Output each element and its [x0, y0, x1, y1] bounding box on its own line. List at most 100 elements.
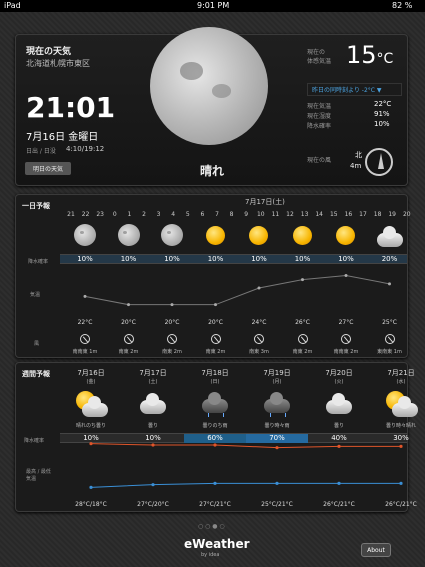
temp-value: 20°C [121, 319, 136, 326]
location: 北海道札幌市東区 [26, 59, 90, 68]
temp-value: 22°C [77, 319, 93, 326]
hi-point [399, 444, 403, 448]
week-rain: 10% [145, 434, 161, 442]
lo-point [213, 481, 217, 485]
condition-text: 晴れ [200, 164, 225, 178]
moon-icon [150, 27, 268, 145]
week-date: 7月17日 [139, 369, 167, 377]
wind-value: 南東 2m [162, 349, 182, 355]
week-condition: 曇り時々雨 [264, 423, 290, 429]
hi-point [275, 446, 279, 450]
sun-icon [201, 222, 231, 250]
week-condition: 曇り [333, 423, 344, 429]
current-date: 7月16日 金曜日 [26, 132, 99, 143]
wind-value: 南南東 1m [72, 349, 98, 355]
daily-forecast-panel: 一日予報 7月17日(土) 21 22 23 0 1 2 3 4 5 6 7 8 9 10 11 12 13 14… [15, 194, 411, 358]
wind-icon [384, 334, 395, 344]
week-temps: 26°C/21°C [385, 501, 417, 508]
wind-speed: 4m [350, 162, 362, 170]
wind-value: 南東 2m [292, 349, 313, 355]
status-bar: iPad 9:01 PM 82 % [0, 0, 425, 12]
week-rain: 70% [246, 434, 308, 443]
wind-icon [80, 334, 90, 344]
lo-point [337, 481, 341, 485]
wind-label: 現在の風 [307, 157, 332, 164]
app-logo: eWeather [184, 537, 250, 551]
wind-value: 南南東 2m [333, 349, 359, 355]
wind-icon [297, 334, 308, 344]
tomorrow-button[interactable]: 明日の天気 [25, 162, 72, 175]
week-temps: 25°C/21°C [261, 501, 293, 508]
temp-point [388, 282, 391, 286]
wind-value: 東南東 1m [377, 349, 402, 355]
week-temps: 27°C/21°C [199, 501, 231, 508]
week-condition: 曇り [147, 423, 158, 429]
hi-point [151, 443, 155, 447]
sun-icon [244, 222, 274, 250]
lo-point [275, 481, 279, 485]
feels-label-1: 現在の [307, 49, 326, 56]
sun-cloud-icon [386, 389, 418, 417]
current-weather-panel: 現在の天気 北海道札幌市東区 21:01 7月16日 金曜日 日出 / 日没 4… [15, 27, 408, 186]
cloud-icon [138, 389, 168, 417]
wind-value: 南東 2m [205, 349, 226, 355]
diff-dropdown[interactable]: 昨日の同時刻より -2°C ▼ [307, 83, 402, 96]
week-dow: (月) [272, 379, 282, 385]
wind-icon [341, 334, 351, 344]
temp-point [127, 303, 130, 307]
metric-label: 現在湿度 [307, 113, 332, 120]
metric-value: 10% [374, 120, 390, 128]
week-dow: (日) [210, 379, 220, 385]
temp-point [257, 286, 261, 290]
week-temps: 27°C/20°C [137, 501, 169, 508]
feels-label-2: 体感気温 [307, 58, 332, 65]
about-button[interactable]: About [361, 543, 391, 557]
metric-value: 91% [374, 110, 390, 118]
cloud-icon [324, 389, 354, 417]
battery-level: 82 % [392, 1, 413, 10]
moon-icon [70, 222, 100, 250]
week-date: 7月16日 [77, 369, 105, 377]
wind-icon [123, 334, 134, 344]
rain-cloud-icon [262, 389, 292, 417]
sun-cloud-icon [76, 389, 108, 417]
current-time: 21:01 [26, 91, 116, 124]
moon-icon [157, 222, 187, 250]
metric-label: 現在気温 [307, 103, 332, 110]
week-condition: 曇りのち雨 [202, 423, 228, 429]
metric-label: 降水確率 [307, 123, 332, 130]
status-time: 9:01 PM [197, 1, 230, 10]
page-indicator[interactable]: ○ ○ ● ○ [198, 523, 225, 530]
sun-icon [288, 222, 318, 250]
rain-value: 10% [120, 255, 137, 263]
temp-point [214, 303, 217, 307]
temp-point [83, 294, 87, 298]
week-dow: (金) [86, 379, 96, 385]
week-dow: (土) [148, 379, 158, 385]
hi-point [337, 444, 341, 448]
week-date: 7月19日 [263, 369, 291, 377]
temp-point [344, 274, 348, 277]
hi-line [90, 443, 401, 449]
temp-value: 24°C [251, 319, 267, 326]
lo-point [89, 485, 93, 489]
rain-value: 10% [338, 255, 354, 263]
cloud-icon [375, 222, 405, 250]
week-date: 7月21日 [387, 369, 415, 377]
moon-icon [114, 222, 144, 250]
weekly-forecast-panel: 週間予報 降水確率 最高 / 最低 気温 7月16日 (金) 晴れのち曇り 10% 28… [15, 362, 418, 512]
hi-point [213, 443, 217, 447]
compass-icon [365, 148, 393, 176]
temp-line [84, 274, 390, 306]
temp-value: 25°C [382, 319, 397, 326]
week-dow: (水) [396, 379, 406, 385]
week-temps: 28°C/18°C [75, 501, 107, 508]
sun-label: 日出 / 日没 [26, 148, 56, 155]
app-by: by idea [201, 552, 220, 558]
week-rain: 30% [393, 434, 409, 442]
sun-icon [331, 222, 361, 250]
lo-line [90, 482, 401, 488]
temp-value: 20°C [208, 319, 223, 326]
rain-value: 10% [251, 255, 267, 263]
rain-value: 10% [207, 255, 224, 263]
